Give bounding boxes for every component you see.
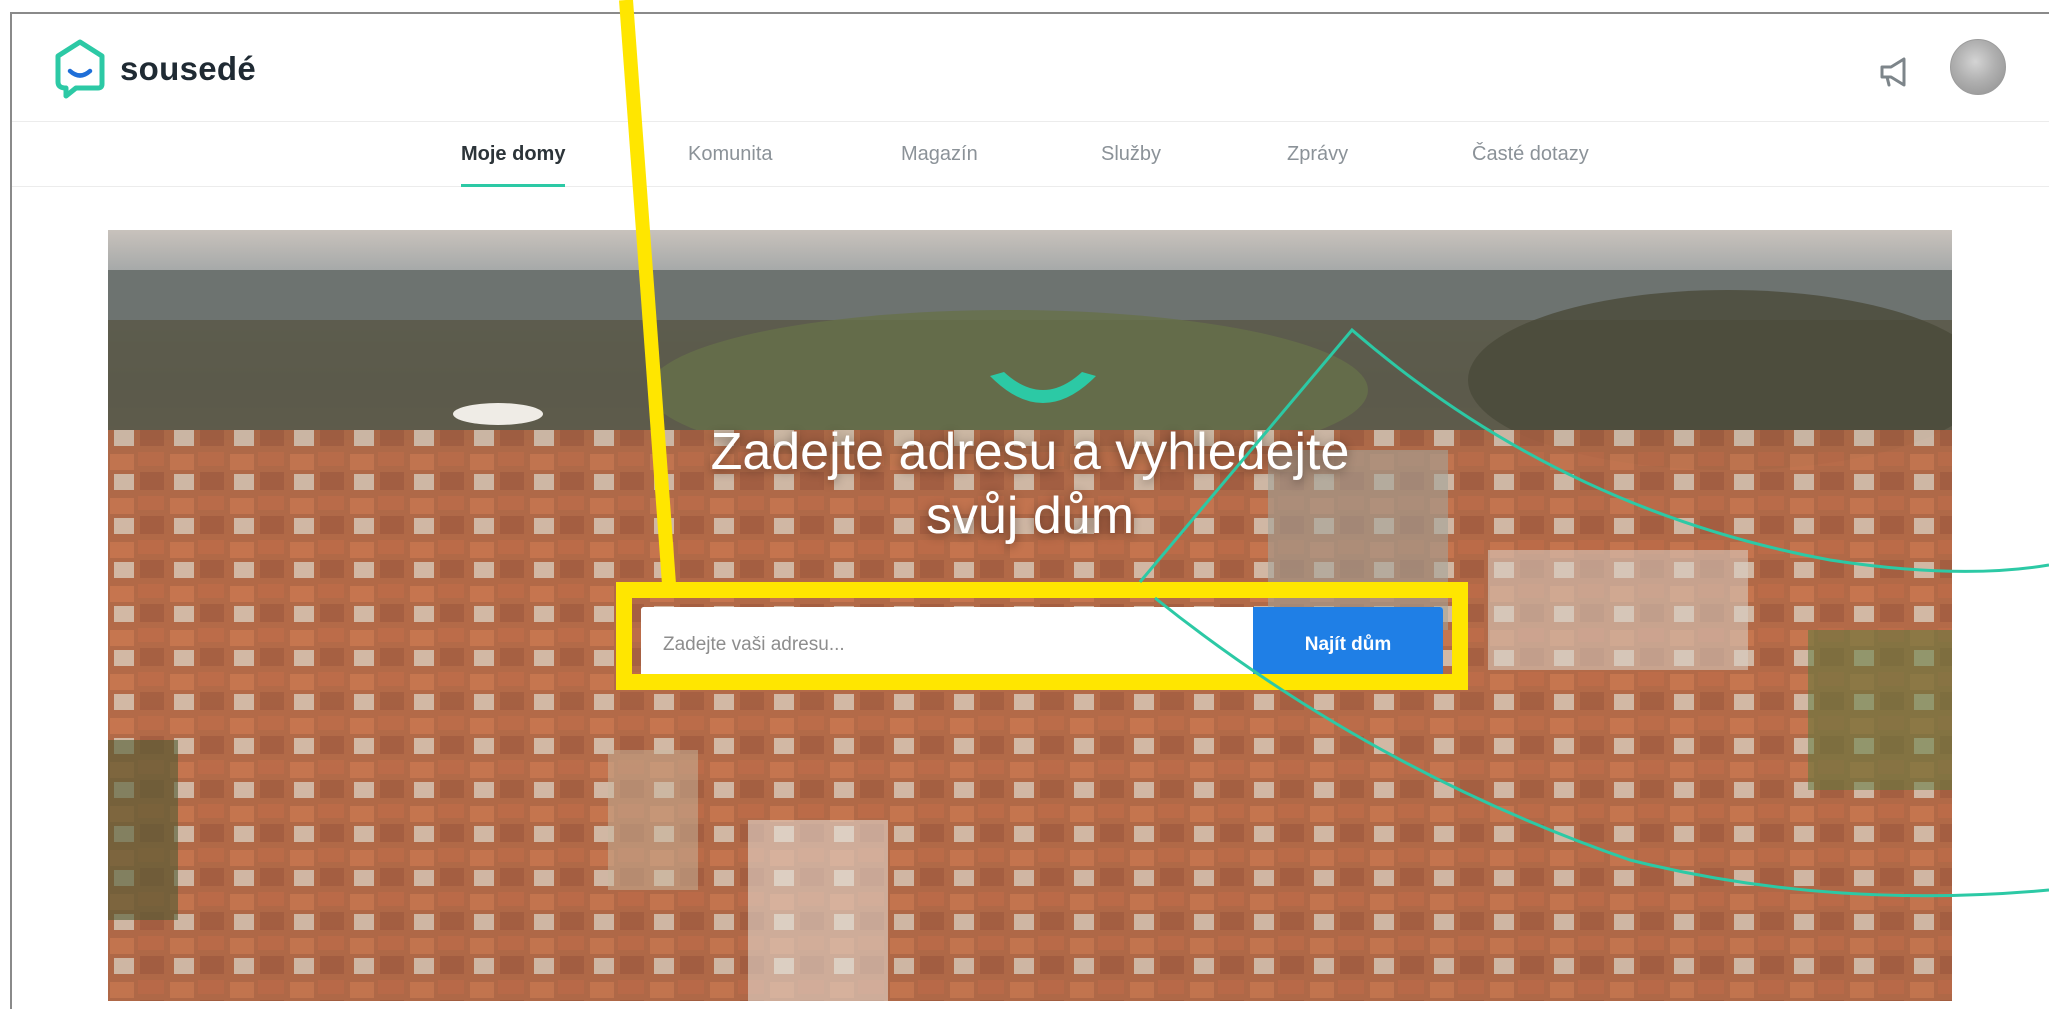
nav-item-sluzby[interactable]: Služby (1101, 122, 1161, 187)
hero-title-line-1: Zadejte adresu a vyhledejte (710, 423, 1350, 481)
user-avatar[interactable] (1950, 39, 2006, 95)
main-nav: Moje domy Komunita Magazín Služby Zprávy… (12, 122, 2049, 187)
annotation-highlight-box (616, 582, 1468, 690)
nav-item-caste-dotazy[interactable]: Časté dotazy (1472, 122, 1589, 187)
megaphone-icon[interactable] (1874, 50, 1918, 94)
brand-name: sousedé (120, 50, 256, 87)
hero-banner: Zadejte adresu a vyhledejte svůj dům Naj… (108, 230, 1952, 1001)
house-smile-icon (55, 39, 105, 99)
top-bar: sousedé (12, 14, 2049, 122)
hero-title: Zadejte adresu a vyhledejte svůj dům (108, 420, 1952, 548)
nav-item-zpravy[interactable]: Zprávy (1287, 122, 1348, 187)
nav-item-komunita[interactable]: Komunita (688, 122, 773, 187)
nav-item-moje-domy[interactable]: Moje domy (461, 122, 566, 187)
hero-title-line-2: svůj dům (925, 487, 1135, 545)
logo[interactable]: sousedé (52, 38, 256, 100)
nav-item-magazin[interactable]: Magazín (901, 122, 978, 187)
browser-frame: sousedé Moje domy Komunita Magazín Služb… (10, 12, 2049, 1009)
